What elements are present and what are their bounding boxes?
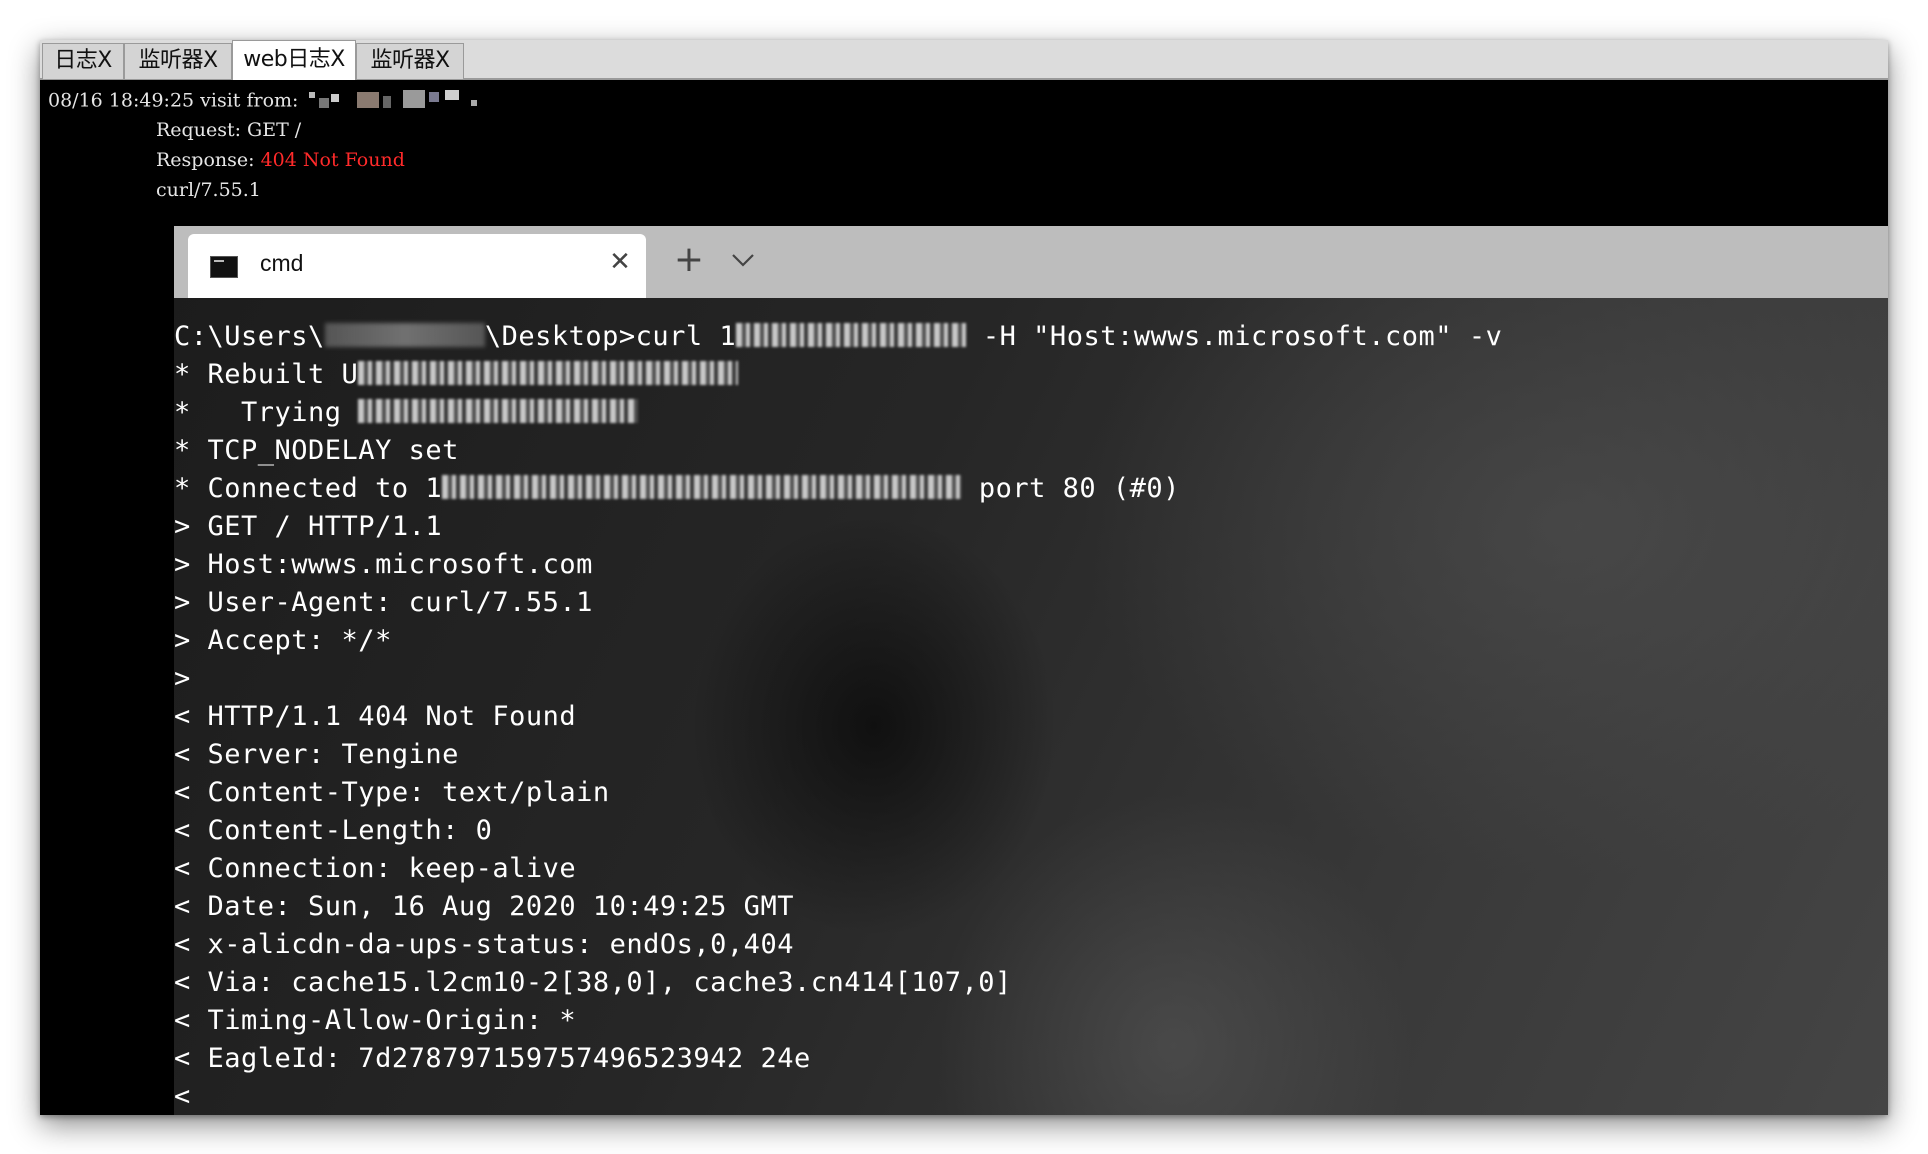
terminal-line: > Accept: */* — [174, 625, 392, 656]
terminal-line: < Date: Sun, 16 Aug 2020 10:49:25 GMT — [174, 891, 794, 922]
terminal-line: > Host:wwws.microsoft.com — [174, 549, 593, 580]
terminal-text: -H "Host:wwws.microsoft.com" -v — [966, 321, 1503, 352]
tab-bar: 日志X 监听器X web日志X 监听器X — [40, 40, 1888, 80]
cmd-tab-title: cmd — [260, 250, 304, 276]
terminal-line: < x-alicdn-da-ups-status: endOs,0,404 — [174, 929, 794, 960]
terminal-line: > User-Agent: curl/7.55.1 — [174, 587, 593, 618]
terminal-text: * Trying — [174, 397, 359, 428]
cmd-tab[interactable]: cmd ✕ — [188, 234, 646, 298]
log-visit-text: 08/16 18:49:25 visit from: — [48, 89, 299, 112]
redacted-ip — [305, 88, 485, 115]
terminal-line: < HTTP/1.1 404 Not Found — [174, 701, 577, 732]
terminal-text: \Desktop>curl 1 — [484, 321, 737, 352]
terminal-line: C:\Users\ \Desktop>curl 1 -H "Host:wwws.m… — [174, 318, 1502, 356]
terminal-line: < — [174, 1081, 191, 1112]
redacted-ip — [442, 474, 963, 499]
log-response-label: Response: — [156, 149, 255, 171]
terminal-text: C:\Users\ — [174, 321, 325, 352]
terminal-line: * Rebuilt U — [174, 356, 739, 394]
terminal-text: * Rebuilt U — [174, 359, 359, 390]
log-response-line: Response: 404 Not Found — [156, 149, 405, 171]
tab-listeners[interactable]: 监听器X — [124, 43, 232, 79]
terminal-line: > — [174, 663, 191, 694]
terminal-line: < Via: cache15.l2cm10-2[38,0], cache3.cn… — [174, 967, 1012, 998]
log-visit-line: 08/16 18:49:25 visit from: — [48, 88, 485, 115]
log-response-value: 404 Not Found — [260, 149, 405, 171]
terminal-line: > GET / HTTP/1.1 — [174, 511, 443, 542]
chevron-down-icon[interactable] — [726, 240, 760, 280]
redacted-ip — [736, 322, 967, 347]
terminal-line: < EagleId: 7d278797159757496523942 24e — [174, 1043, 811, 1074]
log-request-line: Request: GET / — [156, 119, 301, 141]
tab-listeners-2[interactable]: 监听器X — [356, 43, 464, 79]
terminal-text: port 80 (#0) — [962, 473, 1180, 504]
redacted-username — [324, 322, 485, 347]
log-user-agent: curl/7.55.1 — [156, 179, 261, 201]
tab-web-log[interactable]: web日志X — [232, 40, 356, 80]
terminal-line: < Server: Tengine — [174, 739, 459, 770]
new-tab-icon[interactable]: + — [672, 240, 706, 280]
cmd-window: cmd ✕ + C:\Users\ \Desktop>curl 1 -H "Hos… — [174, 226, 1888, 1115]
terminal-icon — [210, 256, 238, 278]
log-request-label: Request: — [156, 119, 241, 141]
redacted-host — [358, 360, 739, 385]
terminal-line: < Content-Type: text/plain — [174, 777, 610, 808]
cmd-titlebar: cmd ✕ + — [174, 226, 1888, 298]
terminal-line: * Trying — [174, 394, 639, 432]
teamserver-window: 日志X 监听器X web日志X 监听器X 08/16 18:49:25 visi… — [40, 40, 1888, 1115]
terminal-line: * TCP_NODELAY set — [174, 435, 459, 466]
redacted-ip — [358, 398, 639, 423]
terminal-line: < Content-Length: 0 — [174, 815, 493, 846]
close-icon[interactable]: ✕ — [606, 248, 634, 276]
terminal-line: < Connection: keep-alive — [174, 853, 577, 884]
terminal-line: * Connected to 1 port 80 (#0) — [174, 470, 1180, 508]
terminal-text: * Connected to 1 — [174, 473, 443, 504]
tab-log[interactable]: 日志X — [42, 43, 124, 79]
terminal-line: < Timing-Allow-Origin: * — [174, 1005, 577, 1036]
log-request-value: GET / — [247, 119, 302, 141]
